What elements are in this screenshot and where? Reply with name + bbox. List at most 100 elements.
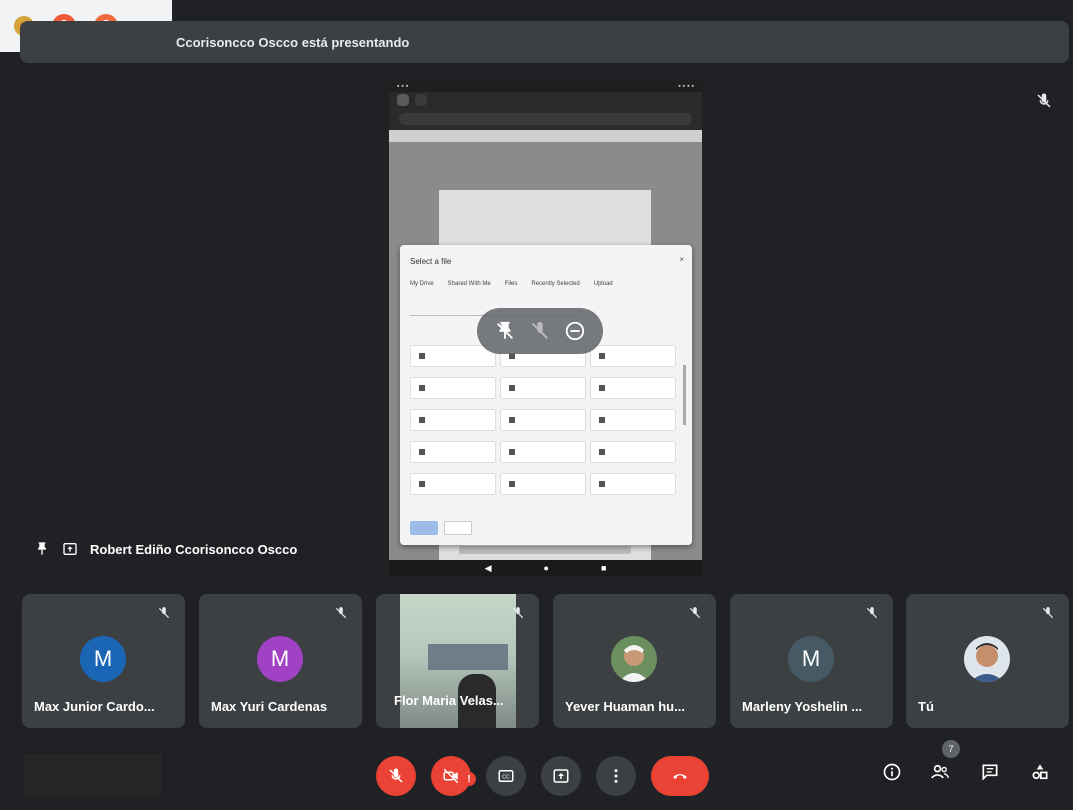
avatar (964, 636, 1010, 682)
folder-item (590, 441, 676, 463)
chat-icon (982, 764, 998, 781)
close-icon: × (679, 255, 684, 264)
chat-button[interactable] (978, 760, 1002, 784)
dialog-tab: Shared With Me (447, 281, 491, 287)
folder-item (500, 473, 586, 495)
shared-screen: ▪ ▪ ▪ ▪ ▪ ▪ ▪ Select a file × My Drive Sh… (389, 80, 702, 576)
dialog-tab: Recently Selected (531, 281, 580, 287)
control-bar: ! CC 7 (0, 740, 1073, 810)
folder-item (500, 377, 586, 399)
folder-item (500, 441, 586, 463)
meeting-details-button[interactable] (880, 760, 904, 784)
folder-item (590, 377, 676, 399)
folder-item (590, 473, 676, 495)
remove-icon[interactable] (564, 320, 586, 342)
dialog-scrollbar (683, 365, 686, 425)
participant-name: Max Yuri Cardenas (211, 699, 328, 714)
more-options-button[interactable] (596, 756, 636, 796)
tile-hover-controls (477, 308, 603, 354)
dialog-buttons (410, 521, 472, 535)
video-background (428, 644, 508, 670)
mic-off-icon (1042, 607, 1054, 619)
browser-tab (415, 94, 427, 106)
captions-icon: CC (498, 770, 514, 782)
present-screen-icon (553, 769, 569, 783)
mic-toggle-button[interactable] (376, 756, 416, 796)
mic-off-icon (389, 768, 403, 783)
page-line (459, 546, 631, 554)
browser-tabs (389, 92, 702, 108)
camera-off-icon (443, 768, 459, 784)
home-icon: ● (543, 563, 549, 573)
participants-button[interactable] (928, 760, 952, 784)
dialog-tab: My Drive (410, 281, 434, 287)
mic-off-icon (689, 607, 701, 619)
participant-tile[interactable]: M Max Yuri Cardenas (199, 594, 362, 728)
avatar: M (80, 636, 126, 682)
folder-item (410, 409, 496, 431)
participant-tile[interactable]: M Marleny Yoshelin ... (730, 594, 893, 728)
dialog-select-button (410, 521, 438, 535)
dialog-tabs: My Drive Shared With Me Files Recently S… (410, 281, 613, 287)
participant-name: Yever Huaman hu... (565, 699, 685, 714)
participant-tile[interactable]: Flor Maria Velas... (376, 594, 539, 728)
present-now-button[interactable] (541, 756, 581, 796)
warning-badge: ! (462, 772, 476, 786)
meeting-details-area (24, 754, 162, 796)
presenter-name: Robert Ediño Ccorisoncco Oscco (90, 541, 298, 557)
dialog-title: Select a file (410, 257, 452, 266)
avatar: M (257, 636, 303, 682)
present-screen-icon (63, 543, 77, 555)
avatar (611, 636, 657, 682)
participant-tile[interactable]: Tú (906, 594, 1069, 728)
captions-button[interactable]: CC (486, 756, 526, 796)
participant-name: Tú (918, 699, 934, 714)
participants-count-badge: 7 (942, 740, 960, 758)
browser-url-bar (389, 108, 702, 130)
folder-item (500, 409, 586, 431)
mic-off-icon (158, 607, 170, 619)
folder-item (410, 441, 496, 463)
presenting-text: Ccorisoncco Oscco está presentando (176, 34, 410, 50)
folder-item (590, 409, 676, 431)
shapes-icon (1032, 764, 1048, 780)
dialog-cancel-button (444, 521, 472, 535)
participant-name: Max Junior Cardo... (34, 699, 155, 714)
dialog-tab: Upload (593, 281, 613, 287)
back-icon: ◀ (484, 562, 492, 573)
people-icon (931, 764, 949, 779)
folder-item (590, 345, 676, 367)
browser-tab (397, 94, 409, 106)
svg-text:CC: CC (502, 774, 510, 780)
folder-item (410, 345, 496, 367)
participant-name: Marleny Yoshelin ... (742, 699, 863, 714)
mic-off-icon (866, 607, 878, 619)
phone-nav-bar: ◀ ● ■ (389, 560, 702, 576)
page-toolbar (389, 130, 702, 142)
participant-tile[interactable]: Yever Huaman hu... (553, 594, 716, 728)
participant-name: Flor Maria Velas... (394, 693, 504, 708)
presenting-banner: Ccorisoncco Oscco está presentando (20, 21, 1069, 63)
recents-icon: ■ (600, 563, 607, 573)
folder-item (410, 377, 496, 399)
pin-icon[interactable] (34, 541, 50, 557)
mic-off-icon (335, 607, 347, 619)
participant-tile[interactable]: M Max Junior Cardo... (22, 594, 185, 728)
url-field (399, 113, 692, 125)
file-picker-dialog: Select a file × My Drive Shared With Me … (400, 245, 692, 545)
info-icon (883, 763, 901, 781)
participant-strip: M Max Junior Cardo... M Max Yuri Cardena… (22, 594, 1069, 728)
mic-off-icon[interactable] (529, 320, 551, 342)
mic-off-icon (1037, 93, 1051, 108)
more-vert-icon (614, 769, 618, 783)
dialog-tab: Files (504, 281, 518, 287)
leave-call-button[interactable] (651, 756, 709, 796)
unpin-icon[interactable] (494, 320, 516, 342)
activities-button[interactable] (1028, 760, 1052, 784)
folder-item (410, 473, 496, 495)
mic-off-icon (512, 607, 524, 619)
folder-grid (410, 345, 680, 495)
presenter-label: Robert Ediño Ccorisoncco Oscco (34, 541, 297, 557)
phone-status-bar: ▪ ▪ ▪ ▪ ▪ ▪ ▪ (389, 80, 702, 92)
avatar: M (788, 636, 834, 682)
